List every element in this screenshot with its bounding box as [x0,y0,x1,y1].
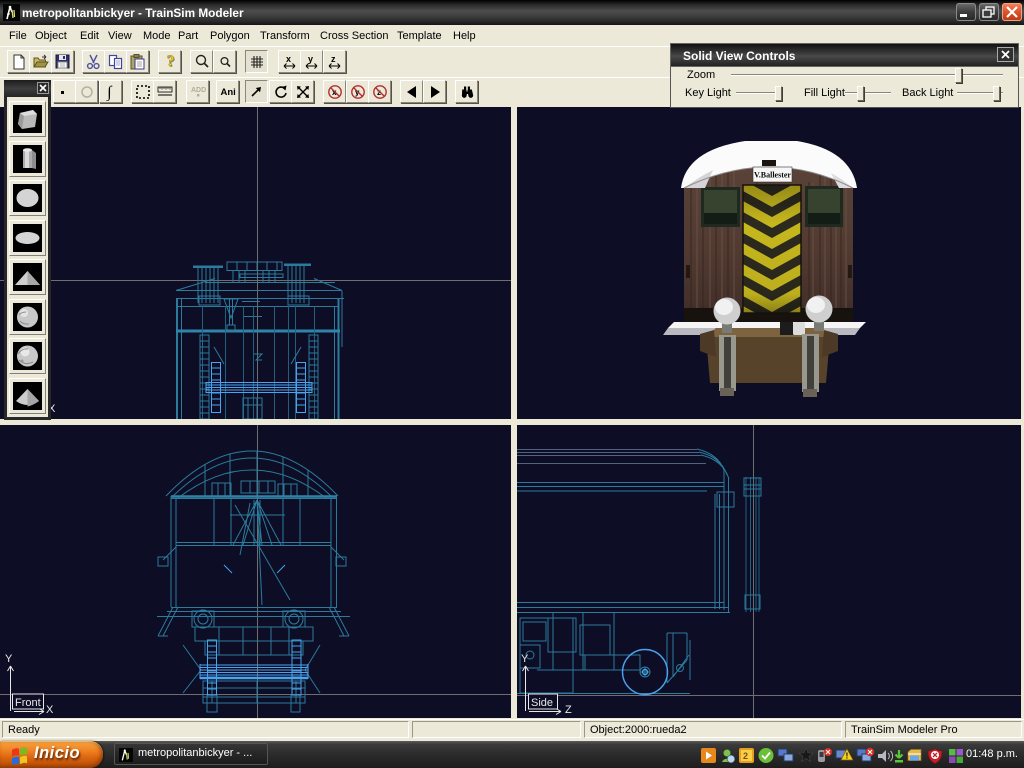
svg-text:V.Ballester: V.Ballester [754,171,791,180]
svg-text:Ani: Ani [221,87,236,98]
svg-text:Front: Front [15,697,41,709]
svg-text:∫: ∫ [106,84,113,101]
svg-text:2: 2 [743,751,748,761]
svg-text:z: z [331,54,336,64]
svg-text:?: ? [167,53,175,70]
svg-text:X: X [46,704,54,716]
svg-text:x: x [286,54,291,64]
svg-text:Y: Y [521,653,529,665]
svg-text:y: y [308,54,313,64]
svg-text:!: ! [846,752,849,761]
svg-text:Z: Z [565,704,572,716]
svg-text:Y: Y [5,653,13,665]
svg-text:ADD: ADD [191,87,206,94]
svg-text:Side: Side [531,697,553,709]
